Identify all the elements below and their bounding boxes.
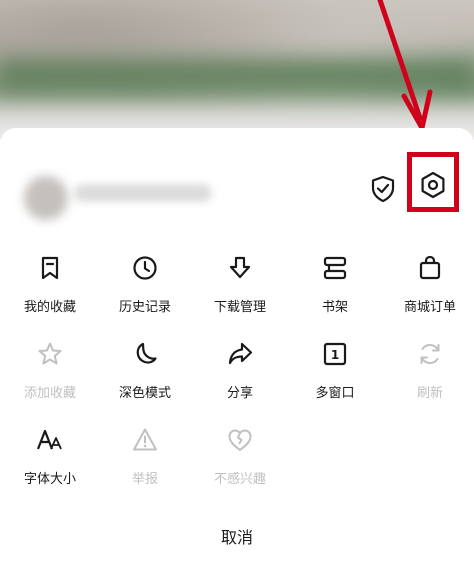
sheet-header: [0, 128, 474, 240]
clock-icon: [133, 256, 157, 280]
avatar[interactable]: [24, 176, 68, 220]
menu-item-label: 下载管理: [213, 300, 266, 315]
star-icon: [38, 342, 62, 365]
menu-item-multi-window[interactable]: 1 多窗口: [290, 332, 380, 412]
refresh-icon: [420, 344, 440, 364]
menu-item-label: 分享: [226, 386, 253, 401]
moon-icon: [136, 342, 157, 364]
menu-item-shop-orders[interactable]: 商城订单: [385, 246, 474, 326]
menu-item-label: 历史记录: [118, 300, 171, 315]
shield-check-icon[interactable]: [368, 174, 398, 204]
font-size-icon: [36, 429, 62, 450]
menu-item-font-size[interactable]: 字体大小: [5, 418, 95, 498]
window-count-icon: 1: [323, 342, 347, 366]
menu-item-label: 不感兴趣: [213, 472, 266, 487]
menu-item-add-favorite[interactable]: 添加收藏: [5, 332, 95, 412]
settings-hexagon-icon[interactable]: [418, 170, 448, 200]
share-arrow-icon: [228, 342, 253, 365]
menu-item-refresh[interactable]: 刷新: [385, 332, 474, 412]
bookshelf-icon: [323, 256, 347, 280]
bottom-sheet-menu: 我的收藏 历史记录 下载管理 书架 商城订单 添加收藏 深色模式 分享 1 多窗…: [0, 128, 474, 561]
menu-item-label: 刷新: [416, 386, 443, 401]
menu-item-share[interactable]: 分享: [195, 332, 285, 412]
warning-icon: [133, 428, 157, 451]
menu-item-label: 多窗口: [315, 386, 355, 401]
menu-item-bookshelf[interactable]: 书架: [290, 246, 380, 326]
menu-item-history[interactable]: 历史记录: [100, 246, 190, 326]
menu-item-report[interactable]: 举报: [100, 418, 190, 498]
annotation-arrow: [377, 0, 433, 131]
window-count-badge: 1: [331, 348, 339, 362]
menu-item-label: 字体大小: [23, 472, 76, 487]
menu-item-downloads[interactable]: 下载管理: [195, 246, 285, 326]
menu-item-not-interested[interactable]: 不感兴趣: [195, 418, 285, 498]
username-blurred[interactable]: [74, 184, 212, 202]
broken-heart-icon: [228, 429, 252, 451]
shopping-bag-icon: [419, 255, 441, 280]
menu-item-label: 书架: [321, 300, 348, 315]
menu-item-label: 深色模式: [118, 386, 171, 401]
download-icon: [229, 256, 251, 279]
menu-item-my-favorites[interactable]: 我的收藏: [5, 246, 95, 326]
menu-item-label: 商城订单: [403, 300, 456, 315]
bookmark-icon: [41, 256, 59, 280]
cancel-button[interactable]: 取消: [187, 524, 287, 548]
menu-item-label: 我的收藏: [23, 300, 76, 315]
menu-item-label: 举报: [131, 472, 158, 487]
menu-item-label: 添加收藏: [23, 386, 76, 401]
menu-item-dark-mode[interactable]: 深色模式: [100, 332, 190, 412]
